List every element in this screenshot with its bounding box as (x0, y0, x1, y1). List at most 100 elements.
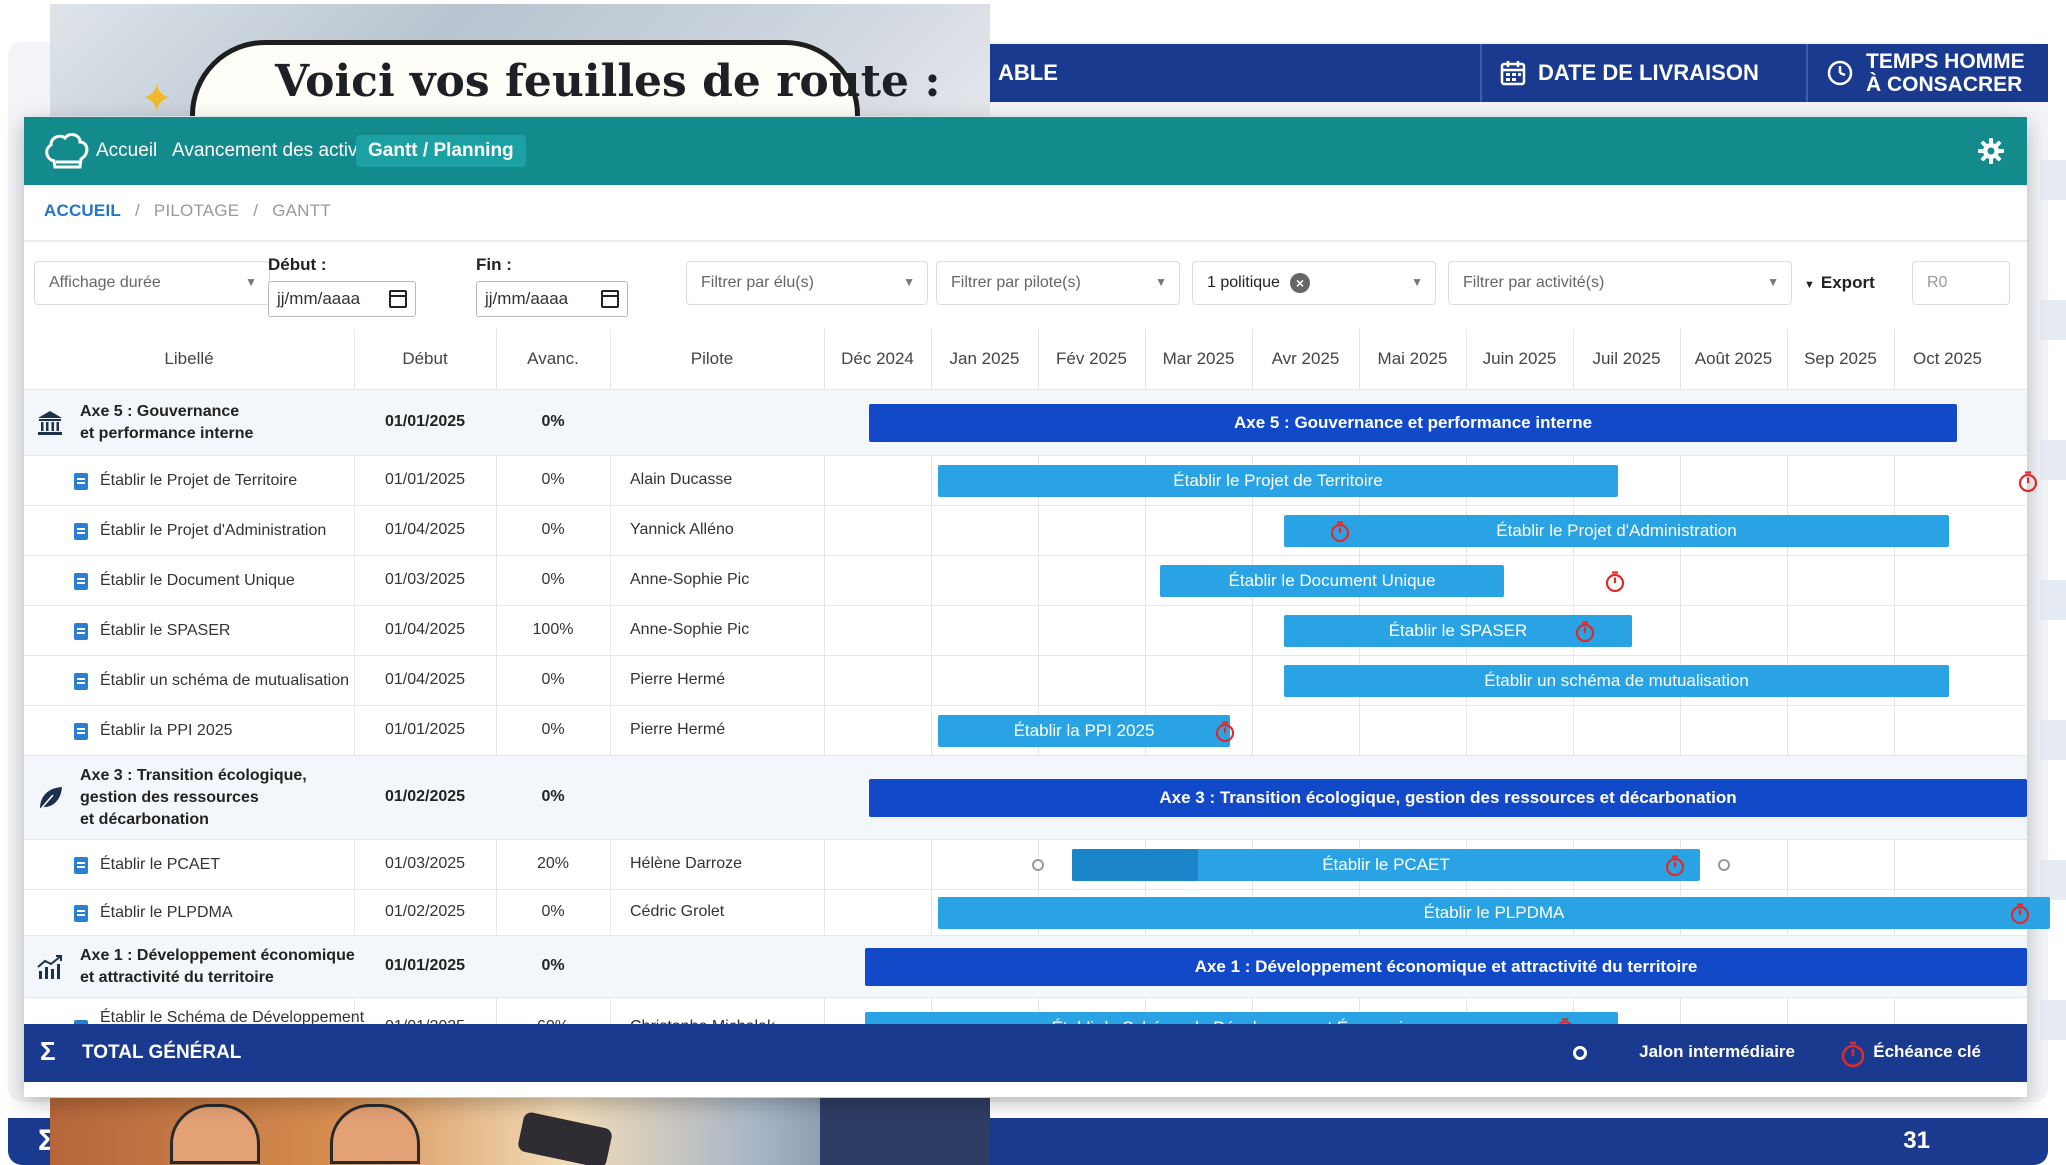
month-header: Sep 2025 (1804, 349, 1877, 368)
export-label: Export (1820, 273, 1875, 292)
progress-cell: 0% (541, 903, 565, 920)
deadline-stopwatch-icon[interactable] (1574, 620, 1596, 642)
deadline-stopwatch-icon[interactable] (1214, 720, 1236, 742)
start-date-input[interactable]: jj/mm/aaaa (268, 281, 416, 317)
institution-icon (38, 411, 62, 435)
pilote-filter-placeholder: Filtrer par pilote(s) (951, 274, 1081, 291)
axe-label[interactable]: Axe 1 : Développement économique et attra… (80, 945, 355, 989)
task-row[interactable]: Établir le PLPDMA 01/02/2025 0% Cédric Grol… (24, 889, 2050, 935)
background-row (2040, 580, 2066, 620)
caret-down-icon: ▼ (1804, 279, 1815, 291)
calendar-icon[interactable] (389, 290, 407, 308)
deadline-stopwatch-icon[interactable] (1664, 854, 1686, 876)
header-avancement[interactable]: Avanc. (496, 329, 610, 389)
politique-filter[interactable]: 1 politique × ▼ (1192, 261, 1436, 305)
task-row[interactable]: Établir le Projet d'Administration 01/04/… (24, 505, 2027, 555)
task-gantt-bar[interactable]: Établir le Document Unique (1160, 565, 1504, 597)
gantt-bar-label: Établir le SPASER (1388, 621, 1528, 640)
header-pilote[interactable]: Pilote (610, 329, 814, 389)
task-gantt-bar[interactable]: Établir le Projet de Territoire (938, 465, 1618, 497)
axe-gantt-bar[interactable]: Axe 3 : Transition écologique, gestion d… (869, 779, 2027, 817)
axe-label[interactable]: Axe 5 : Gouvernance et performance intern… (80, 401, 253, 445)
background-header-label: À CONSACRER (1866, 73, 2023, 96)
task-label[interactable]: Établir le Projet d'Administration (100, 521, 326, 541)
document-icon (74, 472, 88, 490)
breadcrumb-accueil[interactable]: ACCUEIL (44, 201, 121, 221)
header-debut[interactable]: Début (354, 329, 496, 389)
axe-label-line: et performance interne (80, 425, 254, 442)
deadline-stopwatch-icon[interactable] (1329, 520, 1351, 542)
growth-chart-icon (37, 955, 62, 979)
task-label[interactable]: Établir le Document Unique (100, 571, 295, 591)
axe-row[interactable]: Axe 3 : Transition écologique, gestion de… (24, 755, 2027, 839)
task-gantt-bar[interactable]: Établir le PCAET (1072, 849, 1700, 881)
task-gantt-bar[interactable]: Établir la PPI 2025 (938, 715, 1230, 747)
axe-label-line: Axe 1 : Développement économique (80, 947, 355, 964)
illustration-bottom (50, 1098, 990, 1165)
axe-gantt-bar[interactable]: Axe 5 : Gouvernance et performance inter… (869, 404, 1957, 442)
pilote-filter[interactable]: Filtrer par pilote(s) ▼ (936, 261, 1180, 305)
deadline-stopwatch-icon[interactable] (1604, 570, 1626, 592)
gear-icon[interactable] (1977, 137, 2005, 165)
task-row[interactable]: Établir le Projet de Territoire 01/01/202… (24, 455, 2038, 505)
task-label[interactable]: Établir un schéma de mutualisation (100, 671, 349, 691)
page-number: 31 (1903, 1127, 1930, 1154)
document-icon (74, 522, 88, 540)
axe-row[interactable]: Axe 1 : Développement économique et attra… (24, 935, 2027, 997)
background-header-label: DATE DE LIVRAISON (1538, 60, 1759, 85)
axe-label-line: et attractivité du territoire (80, 969, 274, 986)
ro-input[interactable]: R0 (1912, 261, 2010, 305)
task-label[interactable]: Établir la PPI 2025 (100, 721, 233, 741)
start-date-cell: 01/03/2025 (384, 855, 466, 872)
task-label[interactable]: Établir le PCAET (100, 855, 220, 875)
task-row[interactable]: Établir le SPASER 01/04/2025 100% Anne-Soph… (24, 605, 2027, 655)
axe-label[interactable]: Axe 3 : Transition écologique, gestion de… (80, 765, 307, 831)
start-date-cell: 01/01/2025 (384, 413, 466, 430)
breadcrumb-pilotage[interactable]: PILOTAGE (154, 201, 239, 221)
task-row[interactable]: Établir le Document Unique 01/03/2025 0% An… (24, 555, 2027, 605)
axe-gantt-bar[interactable]: Axe 1 : Développement économique et attr… (865, 948, 2027, 986)
breadcrumb-gantt: GANTT (272, 201, 331, 220)
milestone-marker[interactable] (1718, 859, 1730, 871)
header-libelle[interactable]: Libellé (24, 329, 354, 389)
clear-icon[interactable]: × (1289, 273, 1310, 293)
deadline-stopwatch-icon[interactable] (2009, 902, 2031, 924)
gantt-bar-label: Axe 5 : Gouvernance et performance inter… (1233, 413, 1593, 432)
end-date-input[interactable]: jj/mm/aaaa (476, 281, 628, 317)
task-gantt-bar[interactable]: Établir le PLPDMA (938, 897, 2050, 929)
deadline-stopwatch-icon[interactable] (2017, 470, 2039, 492)
task-row[interactable]: Établir la PPI 2025 01/01/2025 0% Pierre He… (24, 705, 2027, 755)
nav-gantt-planning[interactable]: Gantt / Planning (356, 135, 526, 167)
phone-illustration (516, 1111, 614, 1165)
breadcrumb-separator: / (253, 201, 259, 220)
milestone-legend-label: Jalon intermédiaire (1639, 1042, 1795, 1061)
gantt-bar-label: Établir la PPI 2025 (1013, 721, 1155, 740)
gantt-bar-label: Établir le PLPDMA (1423, 903, 1565, 922)
task-label[interactable]: Établir le SPASER (100, 621, 230, 641)
task-label[interactable]: Établir le Projet de Territoire (100, 471, 297, 491)
month-header: Oct 2025 (1913, 349, 1982, 368)
background-row (2040, 160, 2066, 200)
politique-filter-value: 1 politique (1207, 274, 1280, 291)
export-button[interactable]: ▼ Export (1804, 273, 1875, 293)
calendar-icon[interactable] (601, 290, 619, 308)
elu-filter[interactable]: Filtrer par élu(s) ▼ (686, 261, 928, 305)
chevron-down-icon: ▼ (1767, 275, 1779, 289)
start-date-cell: 01/02/2025 (384, 788, 466, 805)
task-label[interactable]: Établir le PLPDMA (100, 903, 233, 923)
star-icon: ✦ (140, 77, 174, 116)
task-row[interactable]: Établir le PCAET 01/03/2025 20% Hélène Darr… (24, 839, 2027, 889)
activite-filter[interactable]: Filtrer par activité(s) ▼ (1448, 261, 1792, 305)
month-header: Avr 2025 (1271, 349, 1340, 368)
task-gantt-bar[interactable]: Établir le Projet d'Administration (1284, 515, 1949, 547)
start-date-cell: 01/01/2025 (384, 957, 466, 974)
month-header: Fév 2025 (1056, 349, 1127, 368)
nav-accueil[interactable]: Accueil (84, 135, 169, 167)
task-gantt-bar[interactable]: Établir un schéma de mutualisation (1284, 665, 1949, 697)
display-mode-select[interactable]: Affichage durée ▼ (34, 261, 270, 305)
milestone-marker[interactable] (1032, 859, 1044, 871)
deadline-legend-icon (1841, 1041, 1865, 1068)
task-row[interactable]: Établir un schéma de mutualisation 01/04/… (24, 655, 2027, 705)
axe-row[interactable]: Axe 5 : Gouvernance et performance intern… (24, 389, 2027, 455)
progress-cell: 0% (541, 471, 565, 488)
